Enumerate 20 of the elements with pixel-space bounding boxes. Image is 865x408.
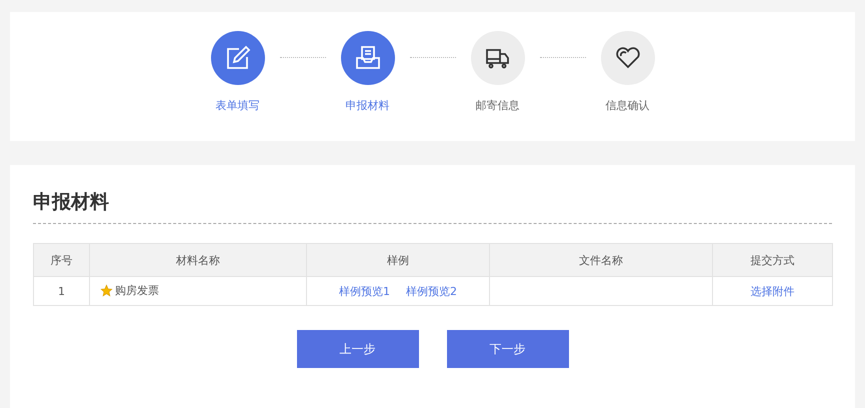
column-header: 序号 bbox=[34, 244, 90, 276]
table-cell: 1 bbox=[34, 276, 90, 306]
material-text: 购房发票 bbox=[115, 282, 159, 298]
column-header: 材料名称 bbox=[90, 244, 306, 276]
inbox-icon bbox=[354, 45, 380, 71]
sample-link[interactable]: 样例预览1 bbox=[339, 284, 390, 298]
edit-icon bbox=[224, 45, 250, 71]
step-label: 邮寄信息 bbox=[476, 98, 520, 113]
next-button[interactable]: 下一步 bbox=[446, 330, 568, 368]
column-header: 样例 bbox=[306, 244, 490, 276]
heart-icon bbox=[614, 45, 640, 71]
sample-link[interactable]: 样例预览2 bbox=[406, 284, 457, 298]
attach-link[interactable]: 选择附件 bbox=[750, 284, 794, 298]
column-header: 提交方式 bbox=[712, 244, 832, 276]
section-title: 申报材料 bbox=[33, 189, 832, 224]
column-header: 文件名称 bbox=[490, 244, 712, 276]
step-label: 表单填写 bbox=[216, 98, 260, 113]
previous-button[interactable]: 上一步 bbox=[296, 330, 418, 368]
step-label: 信息确认 bbox=[606, 98, 650, 113]
step-label: 申报材料 bbox=[346, 98, 390, 113]
